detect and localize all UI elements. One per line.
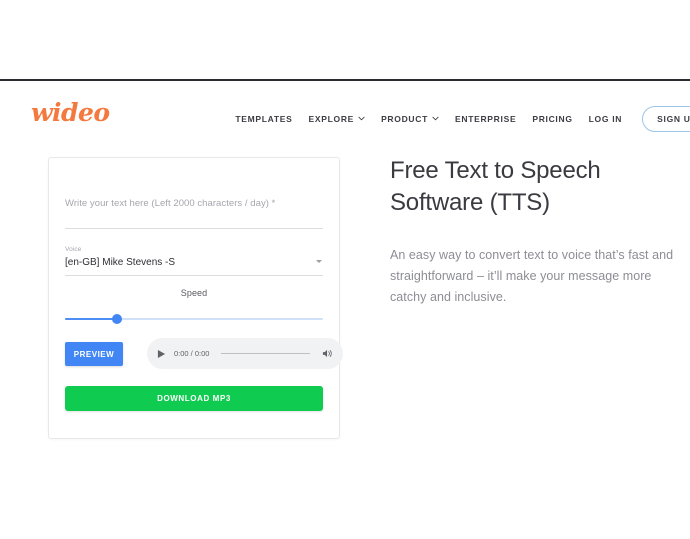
- audio-time-display: 0:00 / 0:00: [174, 349, 210, 358]
- nav-item-enterprise-label: ENTERPRISE: [455, 114, 517, 124]
- text-input-field[interactable]: Write your text here (Left 2000 characte…: [65, 198, 323, 229]
- audio-player: 0:00 / 0:00: [147, 338, 343, 369]
- preview-button[interactable]: PREVIEW: [65, 342, 123, 366]
- audio-progress-bar[interactable]: [221, 353, 310, 354]
- page-top-whitespace: [0, 0, 690, 79]
- text-input-placeholder: Write your text here (Left 2000 characte…: [65, 198, 276, 209]
- speed-control: Speed: [65, 288, 323, 324]
- nav-item-product-label: PRODUCT: [381, 114, 428, 124]
- wideo-logo[interactable]: wideo: [31, 98, 110, 127]
- main-navigation: TEMPLATES EXPLORE PRODUCT ENTERPRISE PRI…: [235, 106, 690, 132]
- playback-controls-row: PREVIEW 0:00 / 0:00: [65, 338, 343, 370]
- nav-item-enterprise[interactable]: ENTERPRISE: [455, 114, 516, 124]
- hero-subtitle: An easy way to convert text to voice tha…: [390, 248, 674, 304]
- play-icon[interactable]: [157, 349, 166, 359]
- nav-item-templates-label: TEMPLATES: [235, 114, 293, 124]
- nav-item-pricing-label: PRICING: [532, 114, 573, 124]
- chevron-down-icon: [358, 115, 365, 122]
- hero-section: Free Text to Speech Software (TTS) An ea…: [390, 155, 690, 308]
- speed-slider[interactable]: [65, 313, 323, 325]
- speed-label: Speed: [180, 288, 208, 298]
- nav-item-product[interactable]: PRODUCT: [381, 114, 439, 124]
- tts-tool-card: Write your text here (Left 2000 characte…: [48, 157, 343, 439]
- chevron-down-icon: [432, 115, 439, 122]
- sign-up-button[interactable]: SIGN UP: [642, 106, 690, 132]
- nav-item-pricing[interactable]: PRICING: [532, 114, 572, 124]
- nav-item-templates[interactable]: TEMPLATES: [235, 114, 292, 124]
- main-content: Write your text here (Left 2000 characte…: [0, 147, 690, 539]
- voice-select-underline: [65, 275, 323, 276]
- dropdown-caret-icon: [315, 257, 323, 265]
- voice-select[interactable]: Voice [en-GB] Mike Stevens -S: [65, 246, 323, 276]
- speed-slider-fill: [65, 318, 117, 320]
- nav-item-login[interactable]: LOG IN: [589, 114, 622, 124]
- text-input-underline: [65, 228, 323, 229]
- speed-slider-thumb[interactable]: [111, 314, 122, 324]
- download-mp3-button[interactable]: DOWNLOAD MP3: [65, 386, 323, 411]
- nav-item-explore[interactable]: EXPLORE: [309, 114, 366, 124]
- page-title: Free Text to Speech Software (TTS): [390, 157, 601, 216]
- volume-icon[interactable]: [322, 348, 333, 359]
- voice-select-value: [en-GB] Mike Stevens -S: [65, 257, 176, 268]
- nav-item-login-label: LOG IN: [588, 114, 623, 124]
- site-header: wideo TEMPLATES EXPLORE PRODUCT ENTERPRI…: [0, 81, 690, 147]
- voice-select-label: Voice: [65, 246, 82, 253]
- nav-item-explore-label: EXPLORE: [308, 114, 355, 124]
